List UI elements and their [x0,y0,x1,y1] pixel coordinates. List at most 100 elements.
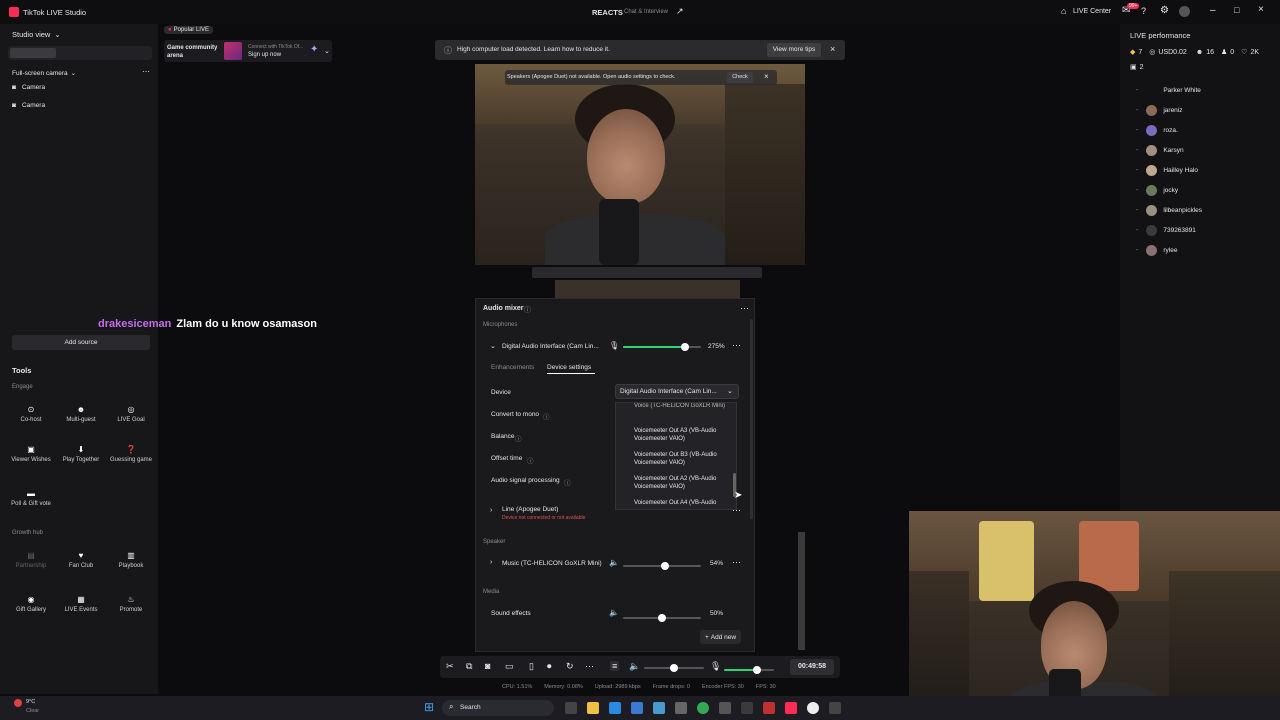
app-icon[interactable] [829,702,841,714]
app-icon[interactable] [807,702,819,714]
gift-gallery-tool[interactable]: ◉ Gift Gallery [7,590,55,632]
speaker-icon[interactable]: 🔈 [609,558,619,567]
viewer-row[interactable]: - 739263891 [1136,220,1276,240]
dropdown-option[interactable]: Voicemeeter Out A3 (VB-Audio Voicemeeter… [634,427,730,443]
promote-tool[interactable]: ♨ Promote [107,590,155,632]
view-tips-button[interactable]: View more tips [767,43,821,57]
screen-icon[interactable]: ▭ [505,661,514,672]
chevron-down-icon[interactable]: ⌄ [324,47,330,55]
poll-tool[interactable]: ▬ Poll & Gift vote [7,484,55,526]
layout-icon[interactable]: ⧉ [466,661,472,672]
close-icon[interactable]: × [764,72,769,81]
promo-signup[interactable]: Sign up now [248,52,281,58]
tab-device-settings[interactable]: Device settings [547,364,591,371]
mic1-volume-slider[interactable] [623,343,701,351]
phone-icon[interactable]: ▯ [529,661,534,672]
share-icon[interactable]: ↗ [676,6,684,17]
maximize-icon[interactable]: □ [1234,5,1239,15]
tiktok-icon[interactable] [785,702,797,714]
output-volume-slider[interactable] [644,664,704,672]
live-center-link[interactable]: LIVE Center [1073,8,1111,15]
live-goal-tool[interactable]: ◎ LIVE Goal [107,400,155,442]
portrait-option[interactable] [10,48,56,58]
promo-card[interactable]: Game community arena Connect with TikTok… [164,40,332,62]
app-icon[interactable] [653,702,665,714]
settings-icon[interactable]: ⚙ [1160,5,1169,16]
speaker-icon[interactable]: 🔈 [609,608,619,617]
camera-icon[interactable]: ◙ [485,661,490,671]
add-source-button[interactable]: Add source [12,335,150,350]
popular-live-tag[interactable]: ● Popular LIVE [164,26,213,34]
slider-knob[interactable] [670,664,678,672]
speaker-icon[interactable]: 🔈 [629,661,640,672]
slider-knob[interactable] [661,562,670,570]
more-icon[interactable]: ⋯ [740,303,749,314]
microphone-icon[interactable]: 🎙 [710,661,721,672]
cohost-tool[interactable]: ⊙ Co-host [7,400,55,442]
more-icon[interactable]: ⋯ [585,661,594,672]
viewer-row[interactable]: - Parker White [1136,80,1276,100]
scene-title[interactable]: REACTS [592,8,623,17]
file-explorer-icon[interactable] [587,702,599,714]
viewer-row[interactable]: - rylee [1136,240,1276,260]
dropdown-option[interactable]: Voicemeeter Out B3 (VB-Audio Voicemeeter… [634,451,730,467]
live-events-tool[interactable]: ▦ LIVE Events [57,590,105,632]
app-icon[interactable] [719,702,731,714]
mic-volume-slider[interactable] [724,666,774,674]
more-icon[interactable]: ⋯ [142,67,150,76]
replay-icon[interactable]: ↻ [566,661,574,672]
multiguest-tool[interactable]: ☻ Multi-guest [57,400,105,442]
dropdown-option[interactable]: Voicemeeter Out A4 (VB-Audio [634,499,730,508]
chrome-icon[interactable] [697,702,709,714]
app-icon[interactable] [675,702,687,714]
source-item[interactable]: ◙ Camera [12,102,45,109]
device-select[interactable]: Digital Audio Interface (Cam Lin... ⌄ [615,384,739,399]
microphone-icon[interactable]: 🎙 [609,341,619,350]
tab-enhancements[interactable]: Enhancements [491,364,534,371]
fan-club-tool[interactable]: ♥ Fan Club [57,546,105,588]
info-icon[interactable]: ⓘ [527,455,534,465]
taskbar-search[interactable]: ⌕ Search [442,700,554,716]
viewer-row[interactable]: - Karsyn [1136,140,1276,160]
expand-icon[interactable]: › [490,507,492,514]
more-icon[interactable]: ⋯ [732,557,741,568]
add-new-button[interactable]: + Add new [700,630,742,644]
viewer-row[interactable]: - lilbeanpickles [1136,200,1276,220]
viewer-row[interactable]: - jocky [1136,180,1276,200]
speaker-volume-slider[interactable] [623,562,701,570]
scene-dropdown[interactable]: Full-screen camera ⌄ [12,69,76,78]
info-icon[interactable]: ⓘ [515,433,522,443]
guessing-game-tool[interactable]: ❓ Guessing game [107,440,155,482]
avatar[interactable] [1179,6,1190,17]
media-volume-slider[interactable] [623,614,701,622]
studio-view-dropdown[interactable]: Studio view ⌄ [12,30,61,39]
task-view-icon[interactable] [565,702,577,714]
viewer-row[interactable]: - Hailley Halo [1136,160,1276,180]
viewer-row[interactable]: - roza. [1136,120,1276,140]
record-icon[interactable]: ⏺ [547,661,552,672]
tablet-option[interactable] [106,48,150,58]
slider-knob[interactable] [680,343,689,351]
viewer-row[interactable]: - jareniz [1136,100,1276,120]
app-icon[interactable] [741,702,753,714]
dropdown-option[interactable]: Voicemeeter Out A2 (VB-Audio Voicemeeter… [634,475,730,491]
dropdown-option[interactable]: Voice (TC-HELICON GoXLR Mini) [634,403,730,417]
info-icon[interactable]: ⓘ [564,477,571,487]
slider-knob[interactable] [752,666,761,674]
minimize-icon[interactable]: – [1210,5,1216,16]
app-icon[interactable] [763,702,775,714]
mixer-scrollbar[interactable] [750,319,753,519]
effects-icon[interactable]: ✂ [446,661,454,672]
partnership-tool[interactable]: ▤ Partnership [7,546,55,588]
more-icon[interactable]: ⋯ [732,340,741,351]
mixer-toggle-icon[interactable]: ≡ [610,661,620,671]
help-icon[interactable]: ? [1141,6,1146,16]
info-icon[interactable]: ⓘ [524,305,531,315]
playbook-tool[interactable]: ▥ Playbook [107,546,155,588]
edge-icon[interactable] [609,702,621,714]
close-icon[interactable]: × [830,44,835,54]
landscape-option[interactable] [58,48,104,58]
info-icon[interactable]: ⓘ [543,411,550,421]
source-item[interactable]: ◙ Camera [12,84,45,91]
expand-icon[interactable]: › [490,559,492,566]
